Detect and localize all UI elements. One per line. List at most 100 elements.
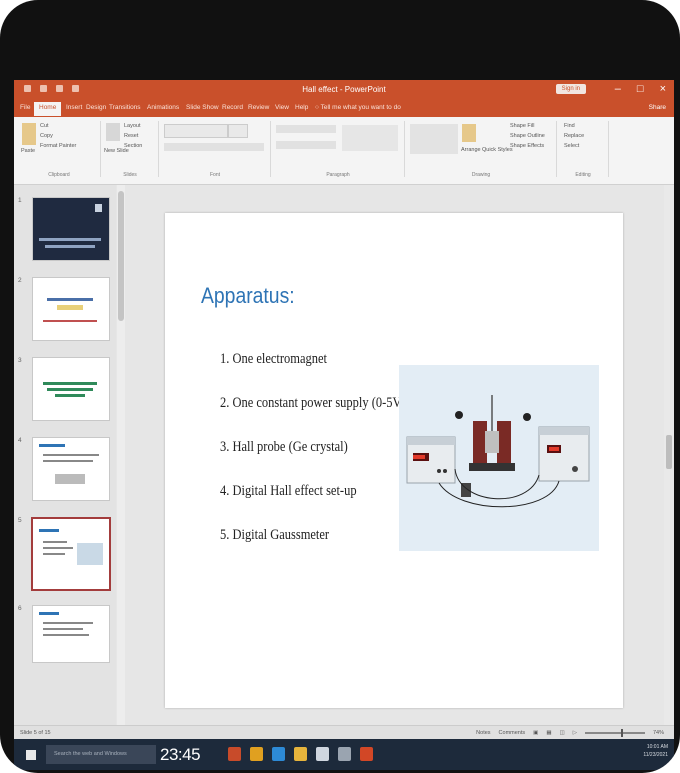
thumbnail-text [43, 320, 97, 322]
thumbnail-text [43, 553, 65, 555]
share-button[interactable]: Share [649, 104, 666, 111]
slideshow-icon[interactable]: ▷ [573, 730, 577, 736]
maximize-button[interactable]: □ [637, 83, 644, 95]
screen: Hall effect - PowerPoint Sign in – □ × F… [14, 80, 674, 770]
thumbnail-text [43, 382, 97, 385]
slide-scrollbar[interactable] [664, 185, 674, 725]
minimize-button[interactable]: – [615, 83, 621, 95]
section-button[interactable]: Section [124, 143, 142, 149]
close-button[interactable]: × [660, 83, 666, 95]
tab-slide-show[interactable]: Slide Show [186, 104, 219, 111]
normal-view-icon[interactable]: ▣ [533, 730, 538, 736]
select-button[interactable]: Select [564, 143, 579, 149]
scrollbar-thumb[interactable] [118, 191, 124, 321]
tab-file[interactable]: File [20, 104, 30, 111]
shapes-gallery[interactable] [410, 124, 458, 154]
thumbnail-text [43, 541, 67, 543]
format-painter-button[interactable]: Format Painter [40, 143, 76, 149]
list-item: 1. One electromagnet [220, 351, 327, 367]
list-item: 3. Hall probe (Ge crystal) [220, 439, 348, 455]
alignment-buttons[interactable] [276, 141, 336, 149]
system-tray[interactable]: 10:01 AM 11/23/2021 [643, 743, 668, 759]
thumbnail-slide-6[interactable] [32, 605, 110, 663]
slide-title[interactable]: Apparatus: [201, 283, 295, 309]
copy-button[interactable]: Copy [40, 133, 53, 139]
group-label-editing: Editing [575, 172, 591, 178]
shape-effects-button[interactable]: Shape Effects [510, 143, 544, 149]
list-item: 5. Digital Gaussmeter [220, 527, 330, 543]
tray-date: 11/23/2021 [643, 752, 668, 758]
thumbnail-scrollbar[interactable] [117, 185, 125, 725]
group-label-clipboard: Clipboard [48, 172, 70, 178]
shape-fill-button[interactable]: Shape Fill [510, 123, 534, 129]
paste-icon[interactable] [22, 123, 36, 145]
windows-start-icon[interactable] [26, 750, 36, 760]
tab-design[interactable]: Design [86, 104, 106, 111]
slide-sorter-icon[interactable]: ▦ [546, 730, 551, 736]
comments-button[interactable]: Comments [499, 730, 526, 736]
tell-me-search[interactable]: ○ Tell me what you want to do [315, 104, 401, 111]
apparatus-photo[interactable] [399, 365, 599, 551]
find-button[interactable]: Find [564, 123, 575, 129]
thumbnail-slide-5[interactable] [31, 517, 111, 591]
tab-review[interactable]: Review [248, 104, 269, 111]
cut-button[interactable]: Cut [40, 123, 49, 129]
tab-transitions[interactable]: Transitions [109, 104, 141, 111]
quick-styles-button[interactable]: Quick Styles [482, 147, 513, 153]
editing-group: Find Replace Select Editing [558, 121, 609, 178]
shape-outline-button[interactable]: Shape Outline [510, 133, 545, 139]
mail-icon[interactable] [316, 747, 329, 761]
tab-view[interactable]: View [275, 104, 289, 111]
tab-insert[interactable]: Insert [66, 104, 82, 111]
edge-icon[interactable] [272, 747, 285, 761]
font-name-box[interactable] [164, 124, 228, 138]
thumbnail-number: 1 [18, 197, 22, 204]
group-label-paragraph: Paragraph [326, 172, 350, 178]
text-direction-buttons[interactable] [342, 125, 398, 151]
thumbnail-number: 4 [18, 437, 22, 444]
taskbar-search-box[interactable]: Search the web and Windows [46, 745, 156, 764]
reset-button[interactable]: Reset [124, 133, 138, 139]
tab-animations[interactable]: Animations [147, 104, 179, 111]
thumbnail-slide-3[interactable] [32, 357, 110, 421]
reading-view-icon[interactable]: ◫ [560, 730, 565, 736]
replace-button[interactable]: Replace [564, 133, 584, 139]
current-slide[interactable]: Apparatus: 1. One electromagnet 2. One c… [165, 213, 623, 708]
thumbnail-text [43, 454, 99, 456]
thumbnail-text [47, 298, 93, 301]
thumbnail-image [55, 474, 85, 484]
layout-button[interactable]: Layout [124, 123, 141, 129]
tab-help[interactable]: Help [295, 104, 308, 111]
app-icon[interactable] [338, 747, 351, 761]
new-slide-icon[interactable] [106, 123, 120, 141]
ribbon: Paste Cut Copy Format Painter Clipboard … [14, 117, 674, 185]
group-label-font: Font [209, 172, 220, 178]
app-icon[interactable] [250, 747, 263, 761]
arrange-icon[interactable] [462, 124, 476, 142]
thumbnail-slide-1[interactable] [32, 197, 110, 261]
file-explorer-icon[interactable] [294, 747, 307, 761]
app-icon[interactable] [228, 747, 241, 761]
thumbnail-number: 2 [18, 277, 22, 284]
thumbnail-slide-2[interactable] [32, 277, 110, 341]
list-buttons[interactable] [276, 125, 336, 133]
arrange-button[interactable]: Arrange [461, 147, 481, 153]
sign-in-button[interactable]: Sign in [555, 84, 586, 94]
font-format-buttons[interactable] [164, 143, 264, 151]
zoom-level[interactable]: 74% [653, 730, 664, 736]
zoom-slider-handle[interactable] [620, 729, 623, 737]
thumbnail-image [77, 543, 103, 565]
notes-button[interactable]: Notes [476, 730, 490, 736]
thumbnail-text [39, 444, 65, 447]
tab-record[interactable]: Record [222, 104, 243, 111]
zoom-slider[interactable] [584, 729, 645, 737]
tab-home[interactable]: Home [34, 102, 62, 116]
scrollbar-thumb[interactable] [666, 435, 672, 469]
drawing-group: Arrange Quick Styles Shape Fill Shape Ou… [406, 121, 557, 178]
font-size-box[interactable] [228, 124, 248, 138]
device-frame: Hall effect - PowerPoint Sign in – □ × F… [0, 0, 680, 773]
thumbnail-slide-4[interactable] [32, 437, 110, 501]
powerpoint-icon[interactable] [360, 747, 373, 761]
group-label-drawing: Drawing [471, 172, 491, 178]
hall-effect-apparatus-image [399, 365, 599, 551]
